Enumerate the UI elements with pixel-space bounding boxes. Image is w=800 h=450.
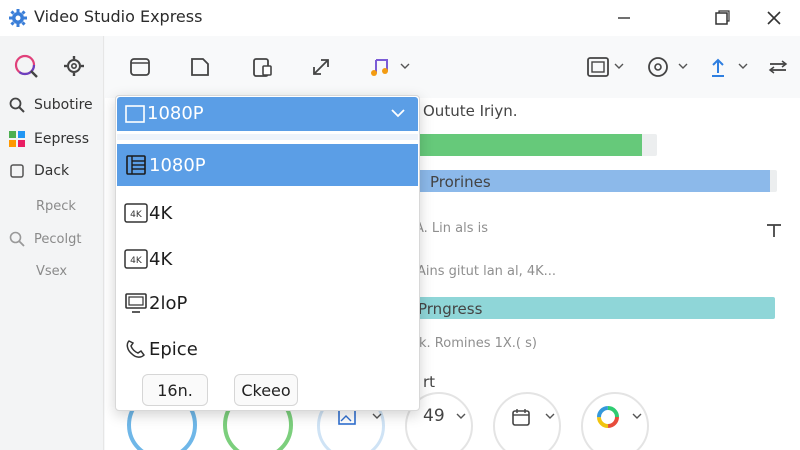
close-icon — [767, 11, 781, 25]
sidebar: Subotire Eepress Dack Rpeck Pecolgt Vsex — [0, 36, 104, 450]
minimize-button[interactable] — [606, 4, 642, 32]
option-4k-alt[interactable]: 4K 4K — [117, 238, 418, 280]
magnifier-icon — [8, 230, 26, 248]
expand-icon[interactable] — [308, 54, 334, 80]
option-label: Epice — [149, 338, 198, 360]
bottom-value: 49 — [423, 406, 445, 426]
search-history-icon[interactable] — [12, 52, 40, 80]
svg-text:4K: 4K — [130, 210, 143, 220]
sidebar-item-subotire[interactable]: Subotire — [8, 92, 93, 118]
document-icon — [8, 162, 26, 180]
4k-icon: 4K — [123, 200, 149, 226]
music-icon[interactable] — [367, 54, 393, 80]
sidebar-item-vsex[interactable]: Vsex — [36, 258, 67, 284]
device-icon[interactable] — [249, 54, 275, 80]
window-title: Video Studio Express — [34, 7, 203, 26]
search-icon — [8, 96, 26, 114]
chevron-down-icon[interactable] — [545, 410, 555, 423]
chevron-down-icon[interactable] — [613, 58, 625, 74]
sidebar-item-label: Vsex — [36, 263, 68, 279]
new-file-icon[interactable] — [127, 54, 153, 80]
option-2lop[interactable]: 2loP — [117, 282, 418, 324]
chevron-down-icon[interactable] — [632, 410, 642, 423]
close-button[interactable] — [756, 4, 792, 32]
svg-text:4K: 4K — [130, 256, 143, 266]
grid-color-icon — [8, 130, 26, 148]
sidebar-item-label: Rpeck — [36, 198, 76, 214]
divider — [117, 134, 418, 140]
maximize-icon — [715, 10, 730, 25]
filter-icon[interactable] — [765, 222, 785, 242]
chevron-down-icon[interactable] — [456, 410, 466, 423]
sidebar-item-label: Dack — [34, 163, 70, 179]
resolution-select[interactable]: 1080P — [117, 97, 418, 131]
sidebar-item-rpeck[interactable]: Rpeck — [36, 193, 76, 219]
sidebar-item-label: Eepress — [34, 131, 89, 147]
progress-fill — [415, 134, 643, 156]
phone-icon — [123, 336, 149, 362]
progress-label: Prngress — [418, 300, 483, 318]
monitor-icon — [123, 290, 149, 316]
selected-resolution: 1080P — [147, 103, 204, 124]
right-action-button[interactable]: Ckeeo — [234, 374, 298, 406]
progress-label: Prorines — [430, 173, 491, 191]
film-icon — [123, 152, 149, 178]
column-header: Outute Iriyn. — [423, 102, 518, 120]
4k-icon: 4K — [123, 246, 149, 272]
sidebar-item-label: Pecolgt — [34, 231, 82, 247]
screen-icon — [125, 105, 145, 123]
progress-bar-green — [415, 134, 657, 156]
settings-icon[interactable] — [60, 52, 88, 80]
row-text: A. Lin als is — [415, 221, 489, 236]
option-label: 4K — [149, 248, 173, 270]
toolbar — [105, 36, 800, 98]
chevron-down-icon[interactable] — [677, 58, 689, 74]
option-label: 4K — [149, 202, 173, 224]
calendar-icon — [510, 406, 532, 428]
sidebar-item-label: Subotire — [34, 97, 93, 113]
option-label: 2loP — [149, 292, 188, 314]
chevron-down-icon — [389, 104, 407, 122]
row-text: rt — [423, 373, 436, 391]
maximize-button[interactable] — [704, 4, 740, 32]
minimize-icon — [618, 17, 630, 19]
resolution-dropdown: 1080P 1080P 4K 4K 4K 4K 2loP Epice 16n. … — [115, 95, 420, 411]
title-bar: Video Studio Express — [0, 0, 800, 36]
sidebar-item-dack[interactable]: Dack — [8, 158, 69, 184]
option-4k[interactable]: 4K 4K — [117, 192, 418, 234]
copy-icon[interactable] — [187, 54, 213, 80]
swap-icon[interactable] — [765, 54, 791, 80]
option-1080p[interactable]: 1080P — [117, 144, 418, 186]
option-epice[interactable]: Epice — [117, 328, 418, 370]
sidebar-item-eepress[interactable]: Eepress — [8, 126, 89, 152]
sidebar-item-pecolgt[interactable]: Pecolgt — [8, 226, 81, 252]
color-wheel-icon — [597, 406, 619, 428]
chevron-down-icon[interactable] — [399, 58, 411, 74]
option-label: 1080P — [149, 154, 206, 176]
upload-icon[interactable] — [705, 54, 731, 80]
row-text: Ains gitut lan al, 4K... — [417, 264, 557, 279]
left-action-button[interactable]: 16n. — [142, 374, 208, 406]
row-text: k. Romines 1X.( s) — [419, 336, 537, 351]
account-icon[interactable] — [645, 54, 671, 80]
chevron-down-icon[interactable] — [737, 58, 749, 74]
gear-app-icon — [8, 8, 28, 28]
layout-icon[interactable] — [585, 54, 611, 80]
chevron-down-icon[interactable] — [372, 410, 382, 423]
